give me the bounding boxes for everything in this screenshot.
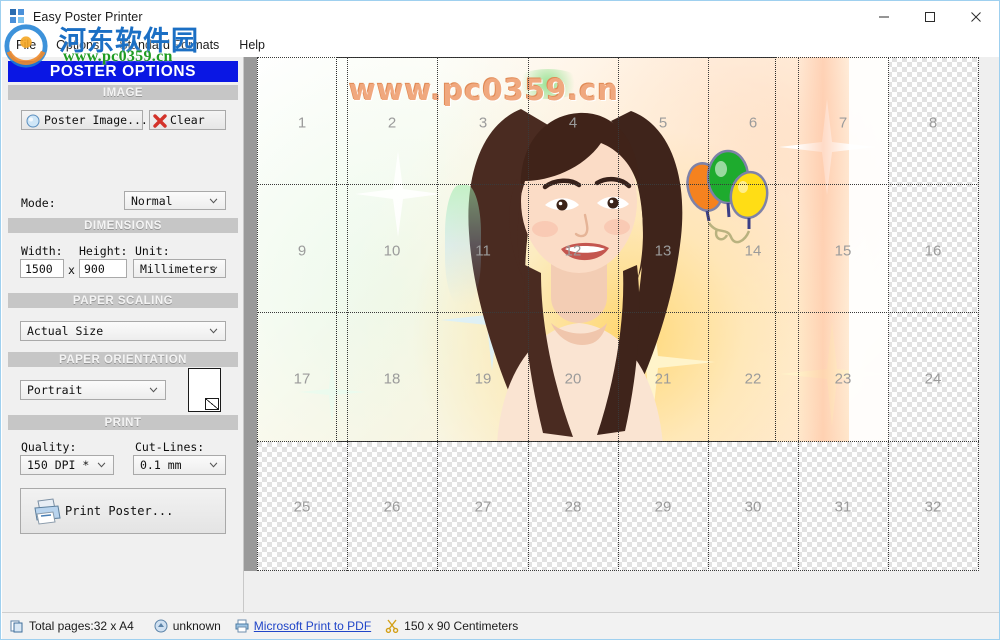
- print-poster-button-label: Print Poster...: [65, 504, 173, 518]
- section-header-paper-orientation: PAPER ORIENTATION: [8, 352, 238, 367]
- menu-file[interactable]: File: [7, 35, 45, 55]
- status-printer-state-text: unknown: [173, 619, 221, 633]
- status-printer-name-link[interactable]: Microsoft Print to PDF: [254, 619, 371, 633]
- page-grid[interactable]: www.pc0359.cn: [257, 57, 979, 571]
- height-label: Height:: [79, 244, 127, 258]
- paper-scaling-select[interactable]: Actual Size: [20, 321, 226, 341]
- unit-value: Millimeters: [140, 262, 216, 276]
- cutlines-value: 0.1 mm: [140, 458, 182, 472]
- chevron-down-icon: [149, 387, 158, 393]
- status-bar: Total pages:32 x A4 unknown Microsoft Pr…: [2, 612, 999, 639]
- minimize-button[interactable]: [861, 1, 907, 32]
- paper-orientation-select[interactable]: Portrait: [20, 380, 166, 400]
- mode-label: Mode:: [21, 196, 56, 210]
- poster-options-sidebar: POSTER OPTIONS IMAGE Poster Image... Cle…: [2, 57, 244, 612]
- status-printer-name[interactable]: Microsoft Print to PDF: [235, 619, 371, 633]
- paper-orientation-preview: [188, 368, 221, 412]
- grid-hline: [257, 184, 979, 185]
- paper-scaling-value: Actual Size: [27, 324, 103, 338]
- chevron-down-icon: [209, 266, 218, 272]
- height-input[interactable]: 900: [79, 259, 127, 278]
- poster-image: www.pc0359.cn: [257, 57, 889, 442]
- cutlines-label: Cut-Lines:: [135, 440, 204, 454]
- chevron-down-icon: [97, 462, 106, 468]
- quality-value: 150 DPI *: [27, 458, 89, 472]
- pages-icon: [10, 619, 24, 633]
- width-input[interactable]: 1500: [20, 259, 64, 278]
- quality-select[interactable]: 150 DPI *: [20, 455, 114, 475]
- paper-fold-corner: [205, 398, 219, 410]
- canvas-left-gutter: [244, 57, 257, 571]
- printer-status-icon: [154, 619, 168, 633]
- section-header-dimensions: DIMENSIONS: [8, 218, 238, 233]
- quality-label: Quality:: [21, 440, 76, 454]
- status-poster-size: 150 x 90 Centimeters: [385, 619, 518, 633]
- grid-hline: [257, 312, 979, 313]
- chevron-down-icon: [209, 198, 218, 204]
- scissors-icon: [385, 619, 399, 633]
- section-header-paper-scaling: PAPER SCALING: [8, 293, 238, 308]
- chevron-down-icon: [209, 462, 218, 468]
- printer-icon: [235, 619, 249, 633]
- poster-preview-canvas[interactable]: www.pc0359.cn: [244, 57, 999, 612]
- paper-orientation-value: Portrait: [27, 383, 82, 397]
- unit-select[interactable]: Millimeters: [133, 259, 226, 278]
- clear-button[interactable]: Clear: [149, 110, 226, 130]
- mode-value: Normal: [131, 194, 173, 208]
- grid-vline: [347, 57, 348, 571]
- close-button[interactable]: [953, 1, 999, 32]
- grid-vline: [437, 57, 438, 571]
- grid-vline: [798, 57, 799, 571]
- window-title: Easy Poster Printer: [33, 10, 143, 24]
- application-window: Easy Poster Printer File Options Standar…: [0, 0, 1000, 640]
- status-printer-state: unknown: [154, 619, 221, 633]
- maximize-button[interactable]: [907, 1, 953, 32]
- clear-x-icon: [153, 114, 167, 128]
- menu-standard-formats[interactable]: Standard Formats: [110, 35, 228, 55]
- balloons-icon: [683, 145, 775, 253]
- menu-options[interactable]: Options: [47, 35, 108, 55]
- image-icon: [26, 114, 40, 128]
- clear-button-label: Clear: [170, 113, 205, 127]
- photo-watermark-url: www.pc0359.cn: [349, 73, 619, 107]
- app-grid-icon: [10, 9, 26, 25]
- menu-help[interactable]: Help: [230, 35, 274, 55]
- chevron-down-icon: [209, 328, 218, 334]
- status-total-pages: Total pages:32 x A4: [10, 619, 134, 633]
- mode-select[interactable]: Normal: [124, 191, 226, 210]
- section-header-image: IMAGE: [8, 85, 238, 100]
- preview-scroll-area: www.pc0359.cn: [244, 57, 999, 575]
- cutlines-select[interactable]: 0.1 mm: [133, 455, 226, 475]
- title-bar: Easy Poster Printer: [1, 1, 999, 32]
- panel-title: POSTER OPTIONS: [8, 61, 238, 82]
- window-controls: [861, 1, 999, 32]
- grid-vline: [528, 57, 529, 571]
- print-poster-button[interactable]: Print Poster...: [20, 488, 226, 534]
- grid-vline: [888, 57, 889, 571]
- grid-vline: [618, 57, 619, 571]
- section-header-print: PRINT: [8, 415, 238, 430]
- unit-label: Unit:: [135, 244, 170, 258]
- grid-hline: [257, 441, 979, 442]
- dimension-times: x: [68, 263, 75, 277]
- width-label: Width:: [21, 244, 63, 258]
- printer-icon: [31, 497, 63, 527]
- poster-image-button[interactable]: Poster Image...: [21, 110, 143, 130]
- menu-bar: File Options Standard Formats Help: [1, 32, 999, 57]
- poster-image-button-label: Poster Image...: [44, 113, 148, 127]
- status-total-pages-text: Total pages:32 x A4: [29, 619, 134, 633]
- grid-vline: [708, 57, 709, 571]
- canvas-bottom-strip: [244, 575, 999, 612]
- status-poster-size-text: 150 x 90 Centimeters: [404, 619, 518, 633]
